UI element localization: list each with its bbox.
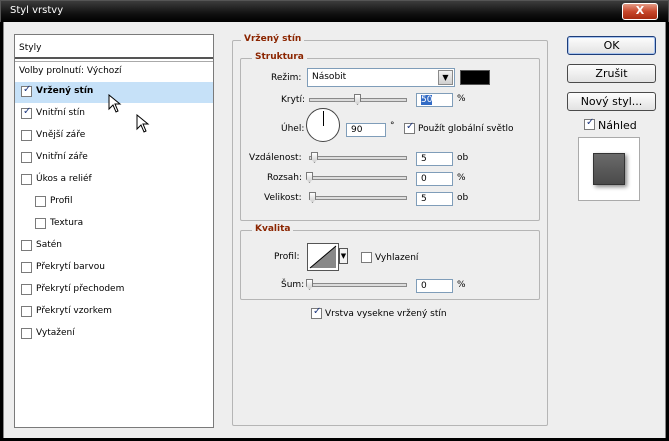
title-bar[interactable]: Styl vrstvy X: [0, 0, 669, 22]
distance-unit: ob: [457, 153, 469, 163]
opacity-unit: %: [457, 94, 466, 104]
structure-title: Struktura: [252, 52, 307, 62]
blend-mode-value: Násobit: [312, 72, 347, 82]
style-item-label: Vnitřní stín: [36, 108, 85, 118]
preview-swatch: [593, 153, 625, 185]
style-item-label: Úkos a reliéf: [36, 174, 92, 184]
style-item[interactable]: Vnitřní záře: [15, 148, 213, 169]
spread-label: Rozsah:: [267, 173, 303, 183]
style-item-checkbox[interactable]: [21, 106, 32, 119]
distance-input[interactable]: 5: [416, 152, 453, 166]
style-item-checkbox[interactable]: [21, 284, 32, 295]
distance-label: Vzdálenost:: [249, 153, 302, 163]
spread-slider-track[interactable]: [309, 176, 407, 180]
style-item[interactable]: Překrytí barvou: [15, 258, 213, 279]
size-slider-track[interactable]: [309, 196, 407, 200]
layer-style-dialog: Styl vrstvy X Styly Volby prolnutí: Vých…: [0, 0, 669, 441]
angle-unit: °: [390, 121, 395, 131]
style-item-checkbox[interactable]: [21, 328, 32, 339]
style-item-checkbox[interactable]: [21, 152, 32, 163]
styles-header[interactable]: Styly: [15, 35, 213, 59]
style-item-checkbox[interactable]: [21, 240, 32, 251]
style-item-label: Vnější záře: [36, 130, 86, 140]
spread-input[interactable]: 0: [416, 172, 453, 186]
angle-dial[interactable]: [306, 108, 340, 142]
style-item[interactable]: Překrytí přechodem: [15, 280, 213, 301]
dialog-client-area: Styly Volby prolnutí: Výchozí Vržený stí…: [3, 22, 666, 438]
angle-input[interactable]: 90: [346, 123, 386, 137]
noise-unit: %: [457, 280, 466, 290]
quality-title: Kvalita: [252, 224, 294, 234]
global-light-label: Použít globální světlo: [418, 124, 514, 134]
style-item-label: Vržený stín: [36, 86, 94, 96]
mouse-cursor-icon: [136, 114, 150, 133]
antialias-checkbox[interactable]: [361, 252, 372, 263]
antialias-label: Vyhlazení: [375, 253, 419, 263]
blend-mode-dropdown[interactable]: Násobit ▼: [307, 68, 455, 87]
contour-curve-icon: [309, 245, 337, 269]
style-item-label: Překrytí vzorkem: [36, 306, 112, 316]
knockout-label: Vrstva vysekne vržený stín: [325, 309, 447, 319]
style-item-checkbox[interactable]: [21, 84, 32, 97]
style-item-checkbox[interactable]: [35, 196, 46, 207]
style-item-label: Satén: [36, 240, 62, 250]
angle-label: Úhel:: [281, 124, 305, 134]
shadow-color-swatch[interactable]: [460, 70, 490, 85]
style-item-label: Textura: [50, 218, 84, 228]
blending-options-item[interactable]: Volby prolnutí: Výchozí: [15, 61, 213, 81]
style-item[interactable]: Překrytí vzorkem: [15, 302, 213, 323]
noise-label: Šum:: [281, 280, 305, 290]
style-item-checkbox[interactable]: [21, 174, 32, 185]
distance-slider-track[interactable]: [309, 156, 407, 160]
style-item-checkbox[interactable]: [35, 218, 46, 229]
style-item[interactable]: Profil: [15, 192, 213, 213]
noise-input[interactable]: 0: [416, 279, 453, 293]
style-item-label: Profil: [50, 196, 73, 206]
chevron-down-icon[interactable]: ▼: [438, 70, 453, 85]
mouse-cursor-icon: [108, 94, 122, 113]
knockout-checkbox[interactable]: [311, 306, 322, 319]
opacity-label: Krytí:: [281, 95, 305, 105]
drop-shadow-title: Vržený stín: [241, 34, 305, 44]
size-input[interactable]: 5: [416, 192, 453, 206]
style-item[interactable]: Satén: [15, 236, 213, 257]
size-label: Velikost:: [264, 193, 302, 203]
preview-checkbox[interactable]: [584, 117, 595, 130]
style-item-checkbox[interactable]: [21, 262, 32, 273]
ok-button[interactable]: OK: [567, 36, 656, 55]
reset-button[interactable]: Zrušit: [567, 64, 656, 83]
global-light-checkbox[interactable]: [404, 121, 415, 134]
style-item-label: Překrytí přechodem: [36, 284, 125, 294]
style-item-label: Vytažení: [36, 328, 75, 338]
opacity-input[interactable]: 50: [416, 93, 453, 107]
style-item-label: Vnitřní záře: [36, 152, 88, 162]
angle-dial-needle: [323, 111, 324, 126]
style-preview-box: [578, 137, 640, 201]
contour-picker[interactable]: [307, 243, 339, 271]
blend-mode-label: Režim:: [271, 73, 302, 83]
style-item-checkbox[interactable]: [21, 130, 32, 141]
contour-dropdown-arrow-icon[interactable]: ▼: [339, 248, 348, 264]
close-button[interactable]: X: [622, 3, 658, 20]
opacity-value: 50: [421, 95, 433, 105]
new-style-button[interactable]: Nový styl...: [567, 92, 656, 111]
size-unit: ob: [457, 193, 469, 203]
style-item[interactable]: Textura: [15, 214, 213, 235]
preview-label: Náhled: [598, 119, 637, 132]
noise-slider-track[interactable]: [309, 283, 407, 287]
style-item-checkbox[interactable]: [21, 306, 32, 317]
style-item[interactable]: Vnější záře: [15, 126, 213, 147]
spread-unit: %: [457, 173, 466, 183]
contour-label: Profil:: [274, 252, 300, 262]
style-item[interactable]: Úkos a reliéf: [15, 170, 213, 191]
style-item[interactable]: Vytažení: [15, 324, 213, 345]
blending-options-label: Volby prolnutí: Výchozí: [19, 66, 122, 76]
styles-header-label: Styly: [19, 43, 42, 53]
window-title: Styl vrstvy: [10, 5, 64, 16]
style-item-label: Překrytí barvou: [36, 262, 105, 272]
